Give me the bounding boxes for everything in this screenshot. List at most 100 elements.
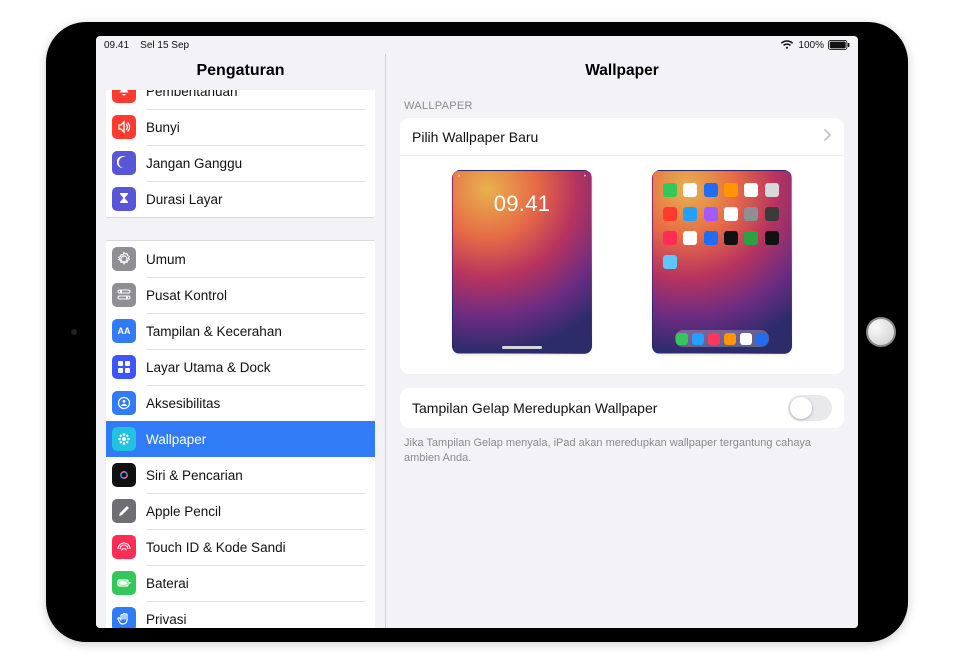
- volume-icon: [112, 115, 136, 139]
- sidebar-item-label: Wallpaper: [146, 432, 206, 447]
- homescreen-app-icon: [724, 183, 738, 197]
- sidebar-item-homescreen[interactable]: Layar Utama & Dock: [106, 349, 375, 385]
- homescreen-app-icon: [683, 207, 697, 221]
- status-bar: 09.41 Sel 15 Sep 100%: [96, 36, 858, 54]
- person-icon: [112, 391, 136, 415]
- screen: 09.41 Sel 15 Sep 100% Pengaturan: [96, 36, 858, 628]
- sidebar-group-1: Pemberitahuan Bunyi Jangan Ganggu Durasi La…: [106, 90, 375, 218]
- sidebar-item-label: Aksesibilitas: [146, 396, 220, 411]
- sidebar-item-sounds[interactable]: Bunyi: [106, 109, 375, 145]
- sidebar-item-dnd[interactable]: Jangan Ganggu: [106, 145, 375, 181]
- homescreen-app-icon: [704, 231, 718, 245]
- dim-footer-note: Jika Tampilan Gelap menyala, iPad akan m…: [404, 436, 840, 466]
- ipad-frame: 09.41 Sel 15 Sep 100% Pengaturan: [46, 22, 908, 642]
- homescreen-app-icon: [683, 231, 697, 245]
- homescreen-app-icon: [663, 255, 677, 269]
- sidebar-item-label: Privasi: [146, 612, 187, 627]
- dock-app-icon: [708, 333, 720, 345]
- homescreen-preview[interactable]: [652, 170, 792, 354]
- sidebar-item-general[interactable]: Umum: [106, 241, 375, 277]
- wifi-icon: [780, 40, 794, 50]
- settings-sidebar: Pengaturan Pemberitahuan Bunyi Jangan Gang…: [96, 54, 386, 628]
- pencil-icon: [112, 499, 136, 523]
- status-clock: 09.41: [104, 40, 129, 51]
- homescreen-app-icon: [724, 207, 738, 221]
- homescreen-app-icon: [704, 207, 718, 221]
- sidebar-item-label: Tampilan & Kecerahan: [146, 324, 282, 339]
- battery-icon: [828, 40, 850, 50]
- homescreen-app-icon: [663, 183, 677, 197]
- status-time: 09.41 Sel 15 Sep: [104, 40, 189, 51]
- dock-app-icon: [676, 333, 688, 345]
- lockscreen-date: [453, 183, 591, 189]
- sidebar-item-notifications[interactable]: Pemberitahuan: [106, 90, 375, 109]
- sidebar-item-label: Umum: [146, 252, 186, 267]
- sidebar-item-wallpaper[interactable]: Wallpaper: [106, 421, 375, 457]
- gear-icon: [112, 247, 136, 271]
- sidebar-item-label: Layar Utama & Dock: [146, 360, 271, 375]
- camera-dot: [71, 329, 77, 335]
- choose-new-wallpaper-row[interactable]: Pilih Wallpaper Baru: [400, 118, 844, 156]
- sidebar-item-touchid[interactable]: Touch ID & Kode Sandi: [106, 529, 375, 565]
- lockscreen-preview[interactable]: •• 09.41: [452, 170, 592, 354]
- sidebar-item-label: Durasi Layar: [146, 192, 223, 207]
- grid-icon: [112, 355, 136, 379]
- homescreen-app-icon: [724, 231, 738, 245]
- homescreen-app-icon: [744, 231, 758, 245]
- dim-wallpaper-toggle[interactable]: [788, 395, 832, 421]
- sidebar-item-label: Baterai: [146, 576, 189, 591]
- dock-app-icon: [740, 333, 752, 345]
- sidebar-item-screentime[interactable]: Durasi Layar: [106, 181, 375, 217]
- sidebar-item-battery[interactable]: Baterai: [106, 565, 375, 601]
- homescreen-app-icon: [683, 183, 697, 197]
- sidebar-item-controlcenter[interactable]: Pusat Kontrol: [106, 277, 375, 313]
- flower-icon: [112, 427, 136, 451]
- sidebar-title: Pengaturan: [96, 54, 385, 90]
- moon-icon: [112, 151, 136, 175]
- sidebar-item-label: Pemberitahuan: [146, 90, 238, 99]
- detail-pane: Wallpaper WALLPAPER Pilih Wallpaper Baru: [386, 54, 858, 628]
- sidebar-item-label: Touch ID & Kode Sandi: [146, 540, 286, 555]
- sidebar-group-2: Umum Pusat Kontrol AA Tampilan & Kecerahan L…: [106, 240, 375, 628]
- dock-app-icon: [692, 333, 704, 345]
- detail-title: Wallpaper: [386, 54, 858, 90]
- fingerprint-icon: [112, 535, 136, 559]
- sidebar-item-label: Bunyi: [146, 120, 180, 135]
- sidebar-item-privacy[interactable]: Privasi: [106, 601, 375, 628]
- dock-app-icon: [724, 333, 736, 345]
- choose-new-wallpaper-label: Pilih Wallpaper Baru: [412, 129, 824, 145]
- sidebar-item-pencil[interactable]: Apple Pencil: [106, 493, 375, 529]
- lockscreen-time: 09.41: [453, 191, 591, 217]
- homescreen-app-icon: [744, 183, 758, 197]
- sidebar-item-display[interactable]: AA Tampilan & Kecerahan: [106, 313, 375, 349]
- homescreen-app-icon: [765, 207, 779, 221]
- sidebar-item-accessibility[interactable]: Aksesibilitas: [106, 385, 375, 421]
- homescreen-app-icon: [765, 231, 779, 245]
- battery-percent: 100%: [798, 40, 824, 51]
- dock-app-icon: [756, 333, 768, 345]
- aa-icon: AA: [112, 319, 136, 343]
- sidebar-item-siri[interactable]: Siri & Pencarian: [106, 457, 375, 493]
- dim-card: Tampilan Gelap Meredupkan Wallpaper: [400, 388, 844, 428]
- wallpaper-card: Pilih Wallpaper Baru •• 09.41: [400, 118, 844, 374]
- chevron-right-icon: [824, 128, 832, 146]
- home-button[interactable]: [866, 317, 896, 347]
- sidebar-item-label: Apple Pencil: [146, 504, 221, 519]
- siri-icon: [112, 463, 136, 487]
- sidebar-item-label: Siri & Pencarian: [146, 468, 243, 483]
- homescreen-app-icon: [704, 183, 718, 197]
- dim-wallpaper-label: Tampilan Gelap Meredupkan Wallpaper: [412, 400, 788, 416]
- wallpaper-previews: •• 09.41: [400, 156, 844, 374]
- hourglass-icon: [112, 187, 136, 211]
- homescreen-app-icon: [765, 183, 779, 197]
- lockscreen-handle: [502, 346, 542, 349]
- hand-icon: [112, 607, 136, 628]
- status-date: Sel 15 Sep: [140, 40, 189, 51]
- dim-wallpaper-row: Tampilan Gelap Meredupkan Wallpaper: [400, 388, 844, 428]
- battery-icon: [112, 571, 136, 595]
- homescreen-app-icon: [663, 207, 677, 221]
- homescreen-dock: [675, 330, 769, 347]
- switches-icon: [112, 283, 136, 307]
- sidebar-item-label: Jangan Ganggu: [146, 156, 242, 171]
- homescreen-app-icon: [744, 207, 758, 221]
